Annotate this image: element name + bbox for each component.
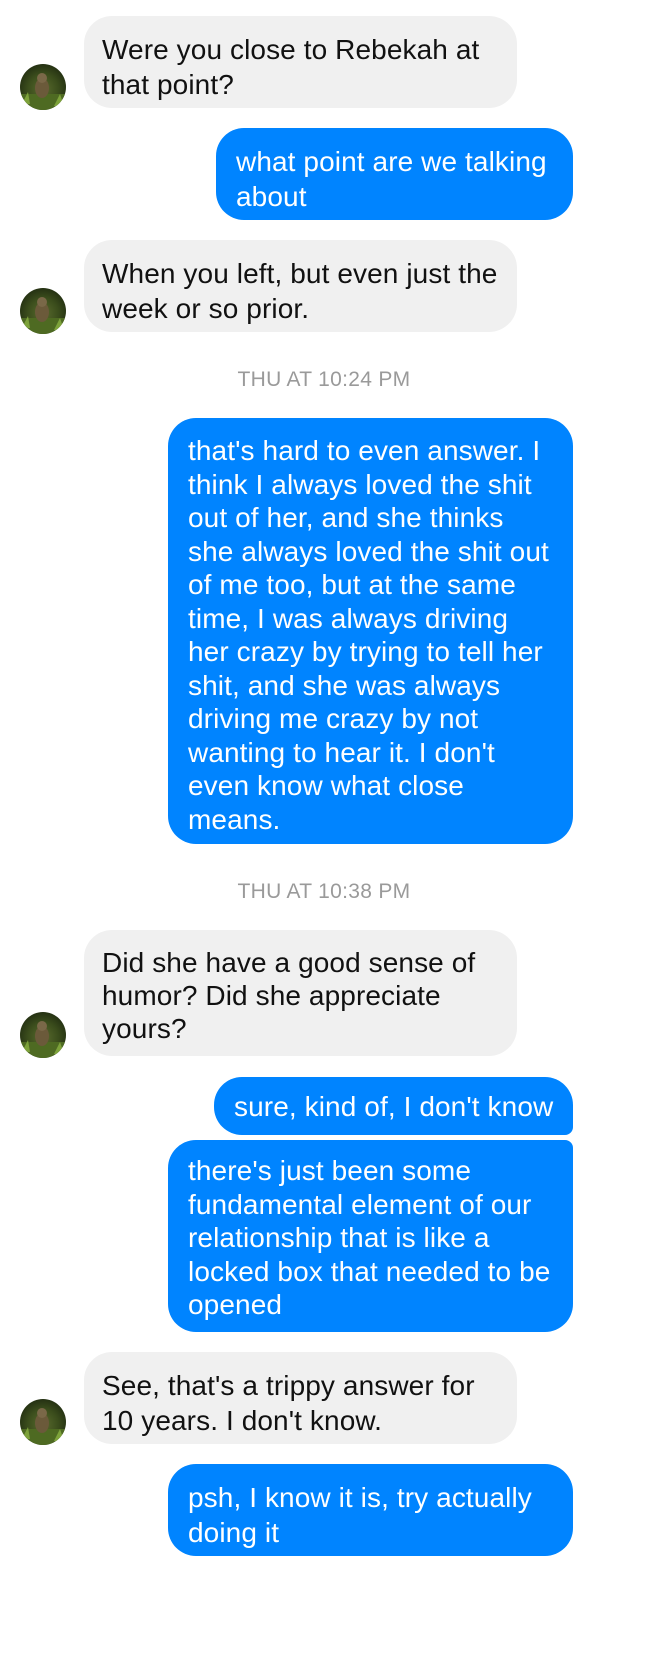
avatar-icon [20,1012,66,1058]
message-text: that's hard to even answer. I think I al… [188,435,549,835]
message-bubble-incoming[interactable]: Were you close to Rebekah at that point? [84,16,517,108]
message-text: Did she have a good sense of humor? Did … [102,947,476,1044]
message-text: When you left, but even just the week or… [102,258,498,324]
message-bubble-incoming[interactable]: See, that's a trippy answer for 10 years… [84,1352,517,1444]
message-bubble-incoming[interactable]: When you left, but even just the week or… [84,240,517,332]
message-timestamp: THU AT 10:24 PM [237,368,411,391]
message-text: what point are we talking about [236,146,547,212]
message-bubble-outgoing[interactable]: psh, I know it is, try actually doing it [168,1464,573,1556]
message-text: Were you close to Rebekah at that point? [102,34,480,100]
contact-avatar[interactable] [20,64,66,110]
message-text: psh, I know it is, try actually doing it [188,1482,532,1548]
message-bubble-incoming[interactable]: Did she have a good sense of humor? Did … [84,930,517,1056]
avatar-icon [20,64,66,110]
message-timestamp: THU AT 10:38 PM [237,880,411,903]
avatar-icon [20,1399,66,1445]
contact-avatar[interactable] [20,1399,66,1445]
message-bubble-outgoing[interactable]: sure, kind of, I don't know [214,1077,573,1135]
message-text: sure, kind of, I don't know [234,1091,554,1122]
message-text: there's just been some fundamental eleme… [188,1155,551,1320]
message-text: See, that's a trippy answer for 10 years… [102,1370,475,1436]
message-bubble-outgoing[interactable]: that's hard to even answer. I think I al… [168,418,573,844]
message-bubble-outgoing[interactable]: what point are we talking about [216,128,573,220]
contact-avatar[interactable] [20,288,66,334]
avatar-icon [20,288,66,334]
contact-avatar[interactable] [20,1012,66,1058]
message-bubble-outgoing[interactable]: there's just been some fundamental eleme… [168,1140,573,1332]
